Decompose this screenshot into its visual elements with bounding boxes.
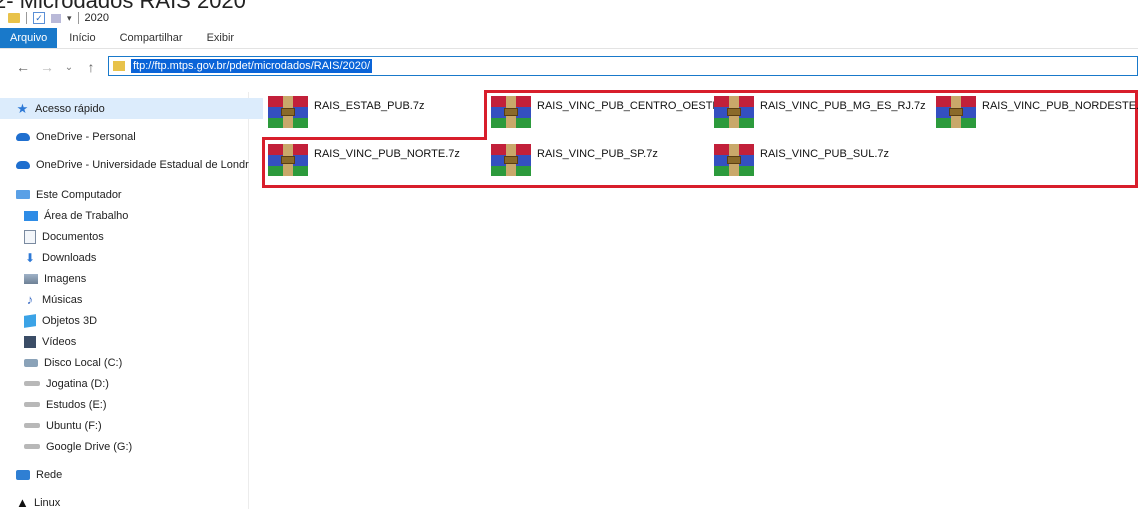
videos-icon: [24, 335, 36, 348]
archive-icon: [714, 144, 754, 176]
archive-icon: [268, 144, 308, 176]
properties-icon[interactable]: ✓: [33, 12, 45, 24]
sidebar-item-label: Vídeos: [42, 335, 77, 348]
drive-icon: [24, 402, 40, 407]
documents-icon: [24, 229, 36, 244]
sidebar-item-label: Downloads: [42, 251, 97, 264]
sidebar-item-linux[interactable]: ▲ Linux: [0, 492, 60, 513]
computer-icon: [16, 190, 30, 199]
sidebar-item-area-de-trabalho[interactable]: Área de Trabalho: [0, 205, 128, 226]
archive-icon: [491, 144, 531, 176]
archive-icon: [491, 96, 531, 128]
file-item[interactable]: RAIS_VINC_PUB_CENTRO_OESTE.7z: [491, 96, 734, 136]
music-icon: ♪: [26, 292, 34, 307]
network-icon: [16, 469, 30, 480]
sidebar-item-rede[interactable]: Rede: [0, 464, 62, 485]
window-title: 2020: [84, 12, 110, 24]
linux-icon: ▲: [16, 494, 29, 510]
folder-icon: [8, 13, 20, 23]
file-item[interactable]: RAIS_VINC_PUB_NORDESTE.7z: [936, 96, 1138, 136]
quick-access-toolbar: ✓ ▾ 2020: [8, 10, 109, 26]
sidebar-item-imagens[interactable]: Imagens: [0, 268, 86, 289]
sidebar-item-onedrive-personal[interactable]: OneDrive - Personal: [0, 126, 136, 147]
sidebar-item-label: Músicas: [42, 293, 83, 306]
sidebar-item-label: Objetos 3D: [42, 314, 98, 327]
navigation-bar: ← → ⌄ ↑ ftp://ftp.mtps.gov.br/pdet/micro…: [0, 54, 1138, 80]
archive-icon: [936, 96, 976, 128]
sidebar-item-label: Disco Local (C:): [44, 356, 123, 369]
file-name: RAIS_VINC_PUB_NORTE.7z: [314, 148, 460, 160]
star-icon: ★: [16, 100, 29, 116]
file-name: RAIS_ESTAB_PUB.7z: [314, 100, 425, 112]
file-item[interactable]: RAIS_VINC_PUB_NORTE.7z: [268, 144, 460, 184]
sidebar-item-acesso-rapido[interactable]: ★ Acesso rápido: [0, 98, 263, 119]
file-name: RAIS_VINC_PUB_SUL.7z: [760, 148, 889, 160]
new-folder-icon[interactable]: [51, 13, 61, 23]
sidebar-item-videos[interactable]: Vídeos: [0, 331, 76, 352]
drive-icon: [24, 444, 40, 449]
tab-arquivo[interactable]: Arquivo: [0, 28, 58, 48]
file-item[interactable]: RAIS_VINC_PUB_SP.7z: [491, 144, 658, 184]
sidebar-item-downloads[interactable]: ⬇ Downloads: [0, 247, 96, 268]
file-name: RAIS_VINC_PUB_CENTRO_OESTE.7z: [537, 100, 735, 112]
navigation-pane: ★ Acesso rápido OneDrive - Personal OneD…: [0, 92, 263, 509]
sidebar-item-label: Acesso rápido: [35, 102, 105, 115]
archive-icon: [268, 96, 308, 128]
3d-objects-icon: [24, 313, 36, 328]
sidebar-item-este-computador[interactable]: Este Computador: [0, 184, 122, 205]
sidebar-item-ubuntu-f[interactable]: Ubuntu (F:): [0, 415, 102, 436]
toolbar-divider: [26, 12, 27, 24]
sidebar-item-documentos[interactable]: Documentos: [0, 226, 104, 247]
sidebar-item-objetos-3d[interactable]: Objetos 3D: [0, 310, 97, 331]
address-path[interactable]: ftp://ftp.mtps.gov.br/pdet/microdados/RA…: [131, 59, 373, 73]
sidebar-item-label: Imagens: [44, 272, 87, 285]
archive-icon: [714, 96, 754, 128]
sidebar-item-label: Área de Trabalho: [44, 209, 129, 222]
tab-exibir[interactable]: Exibir: [195, 28, 247, 48]
sidebar-item-google-drive-g[interactable]: Google Drive (G:): [0, 436, 132, 457]
sidebar-item-label: OneDrive - Universidade Estadual de Lond…: [36, 158, 249, 171]
recent-locations-icon[interactable]: ⌄: [60, 62, 78, 73]
file-name: RAIS_VINC_PUB_NORDESTE.7z: [982, 100, 1138, 112]
sidebar-item-estudos-e[interactable]: Estudos (E:): [0, 394, 107, 415]
sidebar-item-disco-local-c[interactable]: Disco Local (C:): [0, 352, 122, 373]
file-name: RAIS_VINC_PUB_SP.7z: [537, 148, 658, 160]
tab-compartilhar[interactable]: Compartilhar: [108, 28, 195, 48]
cloud-icon: [16, 132, 30, 141]
file-item[interactable]: RAIS_ESTAB_PUB.7z: [268, 96, 424, 136]
download-icon: ⬇: [24, 250, 36, 265]
sidebar-item-label: Documentos: [42, 230, 104, 243]
tab-inicio[interactable]: Início: [57, 28, 107, 48]
desktop-icon: [24, 210, 38, 221]
sidebar-item-label: OneDrive - Personal: [36, 130, 136, 143]
up-arrow-icon[interactable]: ↑: [82, 59, 100, 75]
pictures-icon: [24, 273, 38, 284]
sidebar-item-label: Este Computador: [36, 188, 122, 201]
file-name: RAIS_VINC_PUB_MG_ES_RJ.7z: [760, 100, 926, 112]
sidebar-item-label: Google Drive (G:): [46, 440, 133, 453]
drive-icon: [24, 381, 40, 386]
file-item[interactable]: RAIS_VINC_PUB_MG_ES_RJ.7z: [714, 96, 926, 136]
sidebar-item-label: Linux: [34, 496, 61, 509]
sidebar-item-label: Estudos (E:): [46, 398, 107, 411]
sidebar-item-label: Jogatina (D:): [46, 377, 109, 390]
sidebar-item-onedrive-university[interactable]: OneDrive - Universidade Estadual de Lond…: [0, 154, 249, 175]
sidebar-item-jogatina-d[interactable]: Jogatina (D:): [0, 373, 109, 394]
cloud-icon: [16, 160, 30, 169]
sidebar-item-label: Rede: [36, 468, 63, 481]
ribbon-tabs: Arquivo Início Compartilhar Exibir: [0, 28, 1138, 49]
sidebar-item-label: Ubuntu (F:): [46, 419, 102, 432]
highlight-join: [487, 137, 1135, 140]
toolbar-divider: [77, 12, 79, 24]
customize-dropdown-icon[interactable]: ▾: [67, 13, 72, 24]
folder-icon: [113, 61, 125, 71]
back-arrow-icon[interactable]: ←: [14, 59, 32, 75]
sidebar-item-musicas[interactable]: ♪ Músicas: [0, 289, 83, 310]
drive-icon: [24, 423, 40, 428]
forward-arrow-icon[interactable]: →: [38, 59, 56, 75]
local-disk-icon: [24, 358, 38, 367]
address-bar[interactable]: ftp://ftp.mtps.gov.br/pdet/microdados/RA…: [108, 56, 1138, 76]
file-item[interactable]: RAIS_VINC_PUB_SUL.7z: [714, 144, 889, 184]
